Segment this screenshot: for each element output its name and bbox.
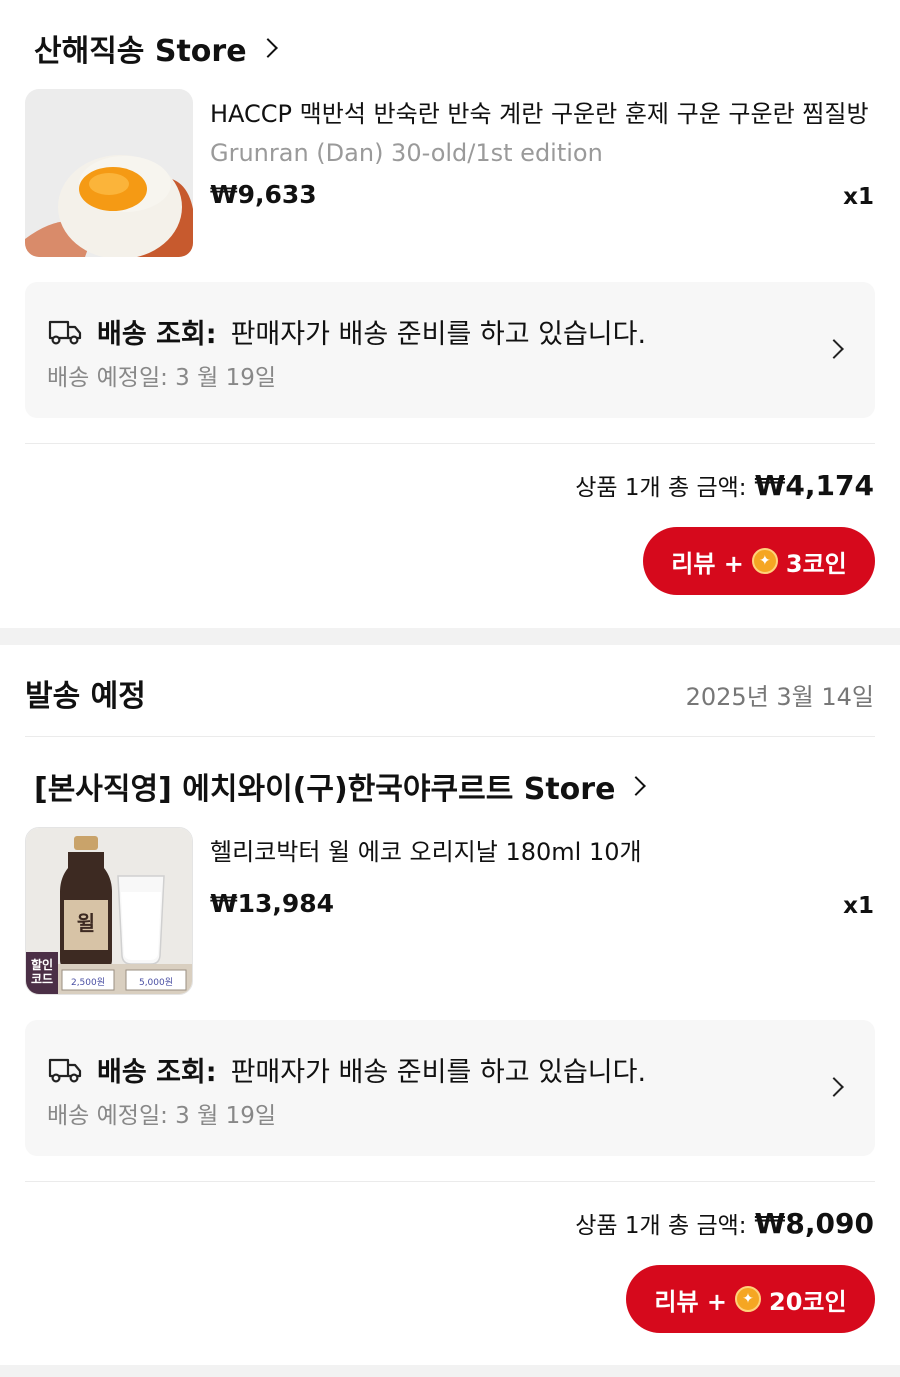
shipping-status: 배송 조회: 판매자가 배송 준비를 하고 있습니다. — [47, 1050, 646, 1089]
shipping-message: 판매자가 배송 준비를 하고 있습니다. — [230, 319, 647, 350]
total-value: ₩8,090 — [754, 1207, 874, 1240]
product-price: ₩9,633 — [210, 180, 317, 209]
total-label: 상품 1개 총 금액: — [575, 475, 747, 501]
order-total: 상품 1개 총 금액: ₩8,090 — [575, 1206, 874, 1240]
review-reward: 3코인 — [785, 549, 847, 578]
divider — [25, 736, 875, 737]
shipping-status-card[interactable]: 배송 조회: 판매자가 배송 준비를 하고 있습니다. 배송 예정일: 3 월 … — [25, 282, 875, 418]
store-link[interactable]: [본사직영] 에치와이(구)한국야쿠르트 Store — [34, 764, 647, 808]
section-separator — [0, 628, 900, 645]
shipping-status-card[interactable]: 배송 조회: 판매자가 배송 준비를 하고 있습니다. 배송 예정일: 3 월 … — [25, 1020, 875, 1156]
svg-text:5,000원: 5,000원 — [139, 977, 173, 988]
product-option: Grunran (Dan) 30-old/1st edition — [210, 139, 603, 167]
divider — [25, 1181, 875, 1182]
section-separator — [0, 1365, 900, 1377]
coin-icon: ✦ — [751, 548, 778, 574]
review-label: 리뷰 + — [654, 1287, 728, 1316]
store-name: [본사직영] 에치와이(구)한국야쿠르트 Store — [34, 772, 616, 807]
review-reward: 20코인 — [769, 1287, 847, 1316]
store-name: 산해직송 Store — [34, 34, 247, 69]
total-label: 상품 1개 총 금액: — [575, 1213, 747, 1239]
review-button[interactable]: 리뷰 + ✦ 20코인 — [626, 1265, 875, 1333]
store-link[interactable]: 산해직송 Store — [34, 26, 278, 70]
product-quantity: x1 — [843, 184, 874, 210]
shipping-status: 배송 조회: 판매자가 배송 준비를 하고 있습니다. — [47, 312, 646, 351]
order-card-1: 산해직송 Store HACCP 맥반석 반숙란 반숙 계란 구운란 훈제 구운… — [0, 0, 900, 628]
shipping-message: 판매자가 배송 준비를 하고 있습니다. — [230, 1057, 647, 1088]
svg-text:2,500원: 2,500원 — [71, 977, 105, 988]
chevron-right-icon — [824, 1077, 844, 1097]
order-total: 상품 1개 총 금액: ₩4,174 — [575, 468, 874, 502]
svg-text:윌: 윌 — [77, 911, 95, 935]
discount-code-badge: 할인 코드 — [30, 958, 54, 986]
chevron-right-icon — [257, 38, 278, 58]
review-label: 리뷰 + — [671, 549, 744, 578]
section-title: 발송 예정 — [25, 679, 146, 714]
product-thumbnail[interactable]: 윌 2,500원 5,000원 할인 코드 — [25, 827, 193, 995]
product-quantity: x1 — [843, 893, 874, 919]
product-name[interactable]: 헬리코박터 윌 에코 오리지날 180ml 10개 — [210, 832, 642, 867]
chevron-right-icon — [626, 776, 647, 796]
shipping-label: 배송 조회: — [97, 1057, 217, 1088]
shipping-eta: 배송 예정일: 3 월 19일 — [47, 1103, 277, 1129]
divider — [25, 443, 875, 444]
total-value: ₩4,174 — [754, 469, 874, 502]
chevron-right-icon — [824, 339, 844, 359]
coin-icon: ✦ — [735, 1286, 762, 1312]
product-name[interactable]: HACCP 맥반석 반숙란 반숙 계란 구운란 훈제 구운 구운란 찜질방 — [210, 94, 869, 129]
product-thumbnail[interactable] — [25, 89, 193, 257]
review-button[interactable]: 리뷰 + ✦ 3코인 — [643, 527, 875, 595]
product-price: ₩13,984 — [210, 889, 335, 918]
order-card-2: 발송 예정 2025년 3월 14일 [본사직영] 에치와이(구)한국야쿠르트 … — [0, 645, 900, 1365]
egg-image — [25, 89, 193, 257]
section-date: 2025년 3월 14일 — [685, 683, 874, 711]
shipping-eta: 배송 예정일: 3 월 19일 — [47, 365, 277, 391]
truck-icon — [48, 320, 82, 345]
truck-icon — [48, 1058, 82, 1083]
shipping-label: 배송 조회: — [97, 319, 217, 350]
